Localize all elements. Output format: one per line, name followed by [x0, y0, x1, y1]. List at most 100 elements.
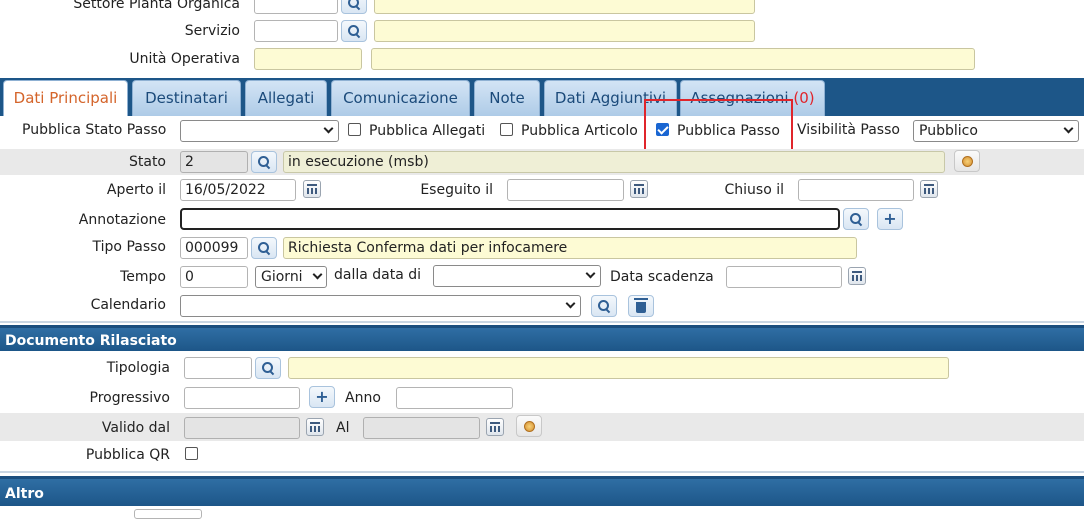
calendar-icon[interactable] — [306, 418, 324, 436]
stato-action-button[interactable] — [954, 150, 980, 172]
chiuso-il-input[interactable] — [798, 179, 914, 201]
trash-icon — [634, 298, 648, 313]
tempo-input[interactable]: 0 — [180, 266, 248, 288]
search-icon — [258, 156, 270, 168]
search-icon — [262, 362, 274, 374]
tipologia-label: Tipologia — [106, 360, 170, 376]
data-scadenza-label: Data scadenza — [610, 269, 714, 285]
pubblica-articolo-label: Pubblica Articolo — [521, 123, 638, 139]
pubblica-stato-passo-select[interactable] — [180, 120, 339, 142]
chevron-down-icon — [1063, 123, 1074, 134]
calendario-search-button[interactable] — [591, 295, 617, 317]
visibilita-passo-select[interactable]: Pubblico — [913, 120, 1079, 142]
pubblica-articolo-checkbox[interactable] — [500, 123, 513, 136]
calendar-icon[interactable] — [303, 180, 321, 198]
progressivo-add-button[interactable]: + — [309, 386, 335, 408]
tab-destinatari[interactable]: Destinatari — [132, 80, 241, 116]
al-input[interactable] — [363, 417, 480, 439]
servizio-code-input[interactable] — [254, 20, 338, 42]
calendar-icon[interactable] — [630, 180, 648, 198]
pubblica-qr-checkbox[interactable] — [185, 447, 198, 460]
calendario-delete-button[interactable] — [628, 295, 654, 317]
settore-search-button[interactable] — [341, 0, 367, 14]
search-icon — [850, 213, 862, 225]
tipo-passo-description: Richiesta Conferma dati per infocamere — [283, 237, 857, 259]
aperto-il-input[interactable]: 16/05/2022 — [180, 179, 296, 201]
chiuso-il-label: Chiuso il — [724, 182, 785, 198]
annotazione-add-button[interactable]: + — [877, 208, 903, 230]
data-scadenza-input[interactable] — [726, 266, 842, 288]
progressivo-input[interactable] — [184, 387, 300, 409]
annotazione-search-button[interactable] — [843, 208, 869, 230]
valido-action-button[interactable] — [516, 415, 542, 437]
search-icon — [348, 0, 360, 9]
settore-code-input[interactable] — [254, 0, 338, 14]
plus-icon: + — [315, 387, 329, 406]
search-icon — [348, 25, 360, 37]
pubblica-allegati-checkbox[interactable] — [348, 123, 361, 136]
tab-allegati[interactable]: Allegati — [245, 80, 327, 116]
stato-description: in esecuzione (msb) — [283, 151, 945, 173]
settore-description — [374, 0, 755, 14]
tipo-passo-label: Tipo Passo — [92, 239, 166, 255]
tab-note[interactable]: Note — [474, 80, 540, 116]
stato-code-input[interactable]: 2 — [180, 151, 248, 173]
tipologia-description — [288, 357, 949, 379]
chevron-down-icon — [565, 298, 576, 309]
eseguito-il-label: Eseguito il — [420, 182, 493, 198]
stato-label: Stato — [128, 154, 166, 170]
tipo-passo-search-button[interactable] — [251, 237, 277, 259]
valido-dal-label: Valido dal — [101, 420, 170, 436]
pubblica-stato-passo-label: Pubblica Stato Passo — [22, 122, 167, 138]
settore-label: Settore Pianta Organica — [73, 0, 240, 12]
stato-search-button[interactable] — [251, 151, 277, 173]
servizio-search-button[interactable] — [341, 20, 367, 42]
anno-input[interactable] — [396, 387, 513, 409]
aperto-il-label: Aperto il — [106, 182, 166, 198]
tempo-unit-select[interactable]: Giorni — [255, 266, 327, 288]
visibilita-passo-value: Pubblico — [919, 123, 978, 139]
anno-label: Anno — [345, 390, 381, 406]
tipologia-search-button[interactable] — [255, 357, 281, 379]
divider — [0, 321, 1084, 323]
search-icon — [258, 242, 270, 254]
tipologia-code-input[interactable] — [184, 357, 252, 379]
annotazione-input[interactable] — [180, 208, 840, 230]
dalla-data-select[interactable] — [433, 265, 601, 287]
annotazione-label: Annotazione — [78, 212, 166, 228]
unita-operativa-description — [371, 48, 975, 70]
tab-comunicazione[interactable]: Comunicazione — [331, 80, 470, 116]
calendario-label: Calendario — [90, 297, 166, 313]
divider — [0, 471, 1084, 473]
documento-rilasciato-header: Documento Rilasciato — [0, 325, 1084, 351]
eseguito-il-input[interactable] — [507, 179, 624, 201]
calendar-icon[interactable] — [848, 267, 866, 285]
tempo-unit-value: Giorni — [261, 269, 303, 285]
chevron-down-icon — [585, 268, 596, 279]
progressivo-label: Progressivo — [89, 390, 171, 406]
tipo-passo-code-input[interactable]: 000099 — [180, 237, 248, 259]
visibilita-passo-label: Visibilità Passo — [797, 122, 900, 138]
chevron-down-icon — [312, 269, 323, 280]
coin-icon — [523, 420, 535, 432]
pubblica-allegati-label: Pubblica Allegati — [369, 123, 486, 139]
servizio-description — [374, 20, 755, 42]
chevron-down-icon — [323, 123, 334, 134]
search-icon — [598, 300, 610, 312]
altro-field-input[interactable] — [134, 509, 202, 519]
tempo-label: Tempo — [120, 269, 166, 285]
calendar-icon[interactable] — [920, 180, 938, 198]
coin-icon — [961, 155, 973, 167]
tab-dati-principali[interactable]: Dati Principali — [3, 80, 128, 118]
unita-operativa-code[interactable] — [254, 48, 362, 70]
valido-dal-input[interactable] — [184, 417, 300, 439]
unita-operativa-label: Unità Operativa — [129, 51, 240, 67]
al-label: Al — [336, 420, 350, 436]
altro-header: Altro — [0, 476, 1084, 506]
pubblica-qr-label: Pubblica QR — [85, 447, 170, 463]
calendario-select[interactable] — [180, 295, 581, 317]
tab-assegnazioni-count: (0) — [793, 89, 815, 107]
calendar-icon[interactable] — [486, 418, 504, 436]
plus-icon: + — [883, 209, 897, 228]
servizio-label: Servizio — [184, 23, 240, 39]
